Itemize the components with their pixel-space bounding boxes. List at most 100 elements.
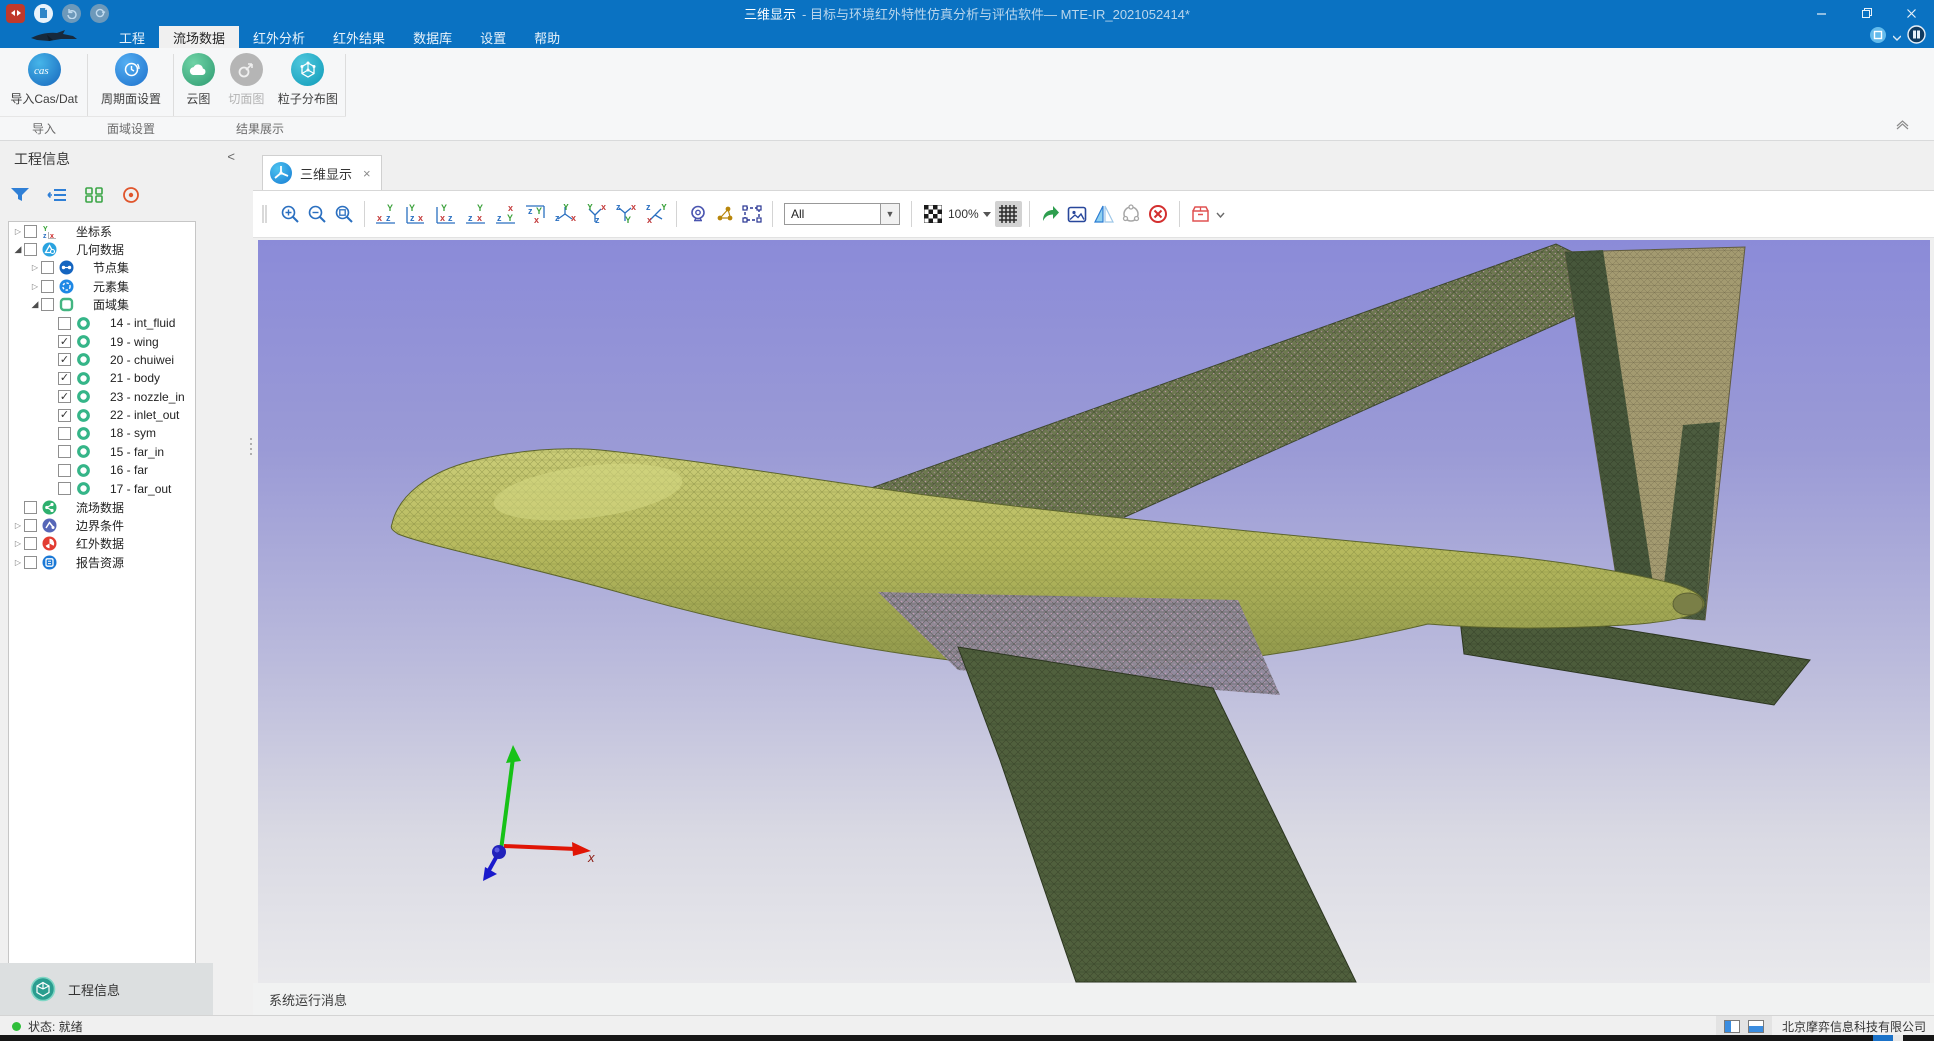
zoom-fit-icon[interactable] [330, 201, 357, 227]
marquee-select-icon[interactable] [738, 201, 765, 227]
share-arrow-icon[interactable] [1037, 201, 1064, 227]
tree-checkbox[interactable]: ✓ [58, 390, 71, 403]
tree-checkbox[interactable]: ✓ [58, 335, 71, 348]
tree-checkbox[interactable] [24, 225, 37, 238]
tree-row[interactable]: ▷节点集 [9, 259, 195, 277]
tree-row[interactable]: ✓19 - wing [9, 332, 195, 350]
view-back-icon[interactable]: xzY [492, 201, 519, 227]
slice-map-button[interactable]: 切面图 [225, 53, 268, 107]
menu-item-红外分析[interactable]: 红外分析 [239, 26, 319, 48]
menu-item-流场数据[interactable]: 流场数据 [159, 26, 239, 48]
tree-row[interactable]: 18 - sym [9, 424, 195, 442]
grid-icon[interactable] [82, 183, 106, 207]
tree-checkbox[interactable]: ✓ [58, 409, 71, 422]
tree-row[interactable]: 17 - far_out [9, 479, 195, 497]
tree-checkbox[interactable] [24, 519, 37, 532]
iso-view-3-icon[interactable]: zYx [612, 201, 639, 227]
tree-row[interactable]: 14 - int_fluid [9, 314, 195, 332]
toolbar-drag-handle[interactable] [261, 203, 268, 225]
app-icon[interactable] [6, 4, 25, 23]
tree-checkbox[interactable]: ✓ [58, 353, 71, 366]
tree-expander-icon[interactable]: ▷ [12, 558, 24, 567]
snapshot-icon[interactable] [1064, 201, 1091, 227]
tree-row[interactable]: ✓21 - body [9, 369, 195, 387]
layout-left-icon[interactable] [1724, 1020, 1740, 1033]
tree-checkbox[interactable] [41, 261, 54, 274]
tree-row[interactable]: 16 - far [9, 461, 195, 479]
tree-expander-icon[interactable]: ▷ [12, 539, 24, 548]
zoom-level-control[interactable]: 100% [948, 207, 991, 221]
tab-3d-view[interactable]: 三维显示 × [262, 155, 382, 190]
iso-view-4-icon[interactable]: zYx [642, 201, 669, 227]
tree-checkbox[interactable] [58, 427, 71, 440]
zoom-out-icon[interactable] [303, 201, 330, 227]
tree-checkbox[interactable] [24, 501, 37, 514]
tree-checkbox[interactable] [58, 464, 71, 477]
tree-expander-icon[interactable]: ▷ [12, 227, 24, 236]
camera-icon[interactable] [684, 201, 711, 227]
cancel-red-icon[interactable] [1145, 201, 1172, 227]
iso-view-2-icon[interactable]: Yxz [582, 201, 609, 227]
tree-expander-icon[interactable]: ◢ [29, 299, 41, 310]
3d-viewport[interactable]: x [258, 240, 1930, 983]
undo-icon[interactable] [62, 4, 81, 23]
help-book-icon[interactable] [1907, 25, 1926, 49]
tree-row[interactable]: ▷边界条件 [9, 516, 195, 534]
close-button[interactable] [1889, 0, 1934, 26]
tree-checkbox[interactable] [58, 317, 71, 330]
tree-checkbox[interactable] [24, 556, 37, 569]
theme-icon[interactable] [1869, 26, 1887, 49]
menu-item-工程[interactable]: 工程 [105, 26, 159, 48]
display-filter-combo[interactable]: All ▼ [784, 203, 900, 225]
iso-view-1-icon[interactable]: zYx [552, 201, 579, 227]
tree-row[interactable]: ▷红外数据 [9, 535, 195, 553]
mirror-icon[interactable] [1091, 201, 1118, 227]
dropdown-caret-icon[interactable] [1893, 28, 1901, 46]
view-bottom-icon[interactable]: Yxz [372, 201, 399, 227]
maximize-button[interactable] [1844, 0, 1889, 26]
menu-item-设置[interactable]: 设置 [466, 26, 520, 48]
ribbon-collapse-icon[interactable] [1895, 118, 1910, 136]
layout-bottom-icon[interactable] [1748, 1020, 1764, 1033]
tree-row[interactable]: ✓22 - inlet_out [9, 406, 195, 424]
scatter-nodes-icon[interactable] [711, 201, 738, 227]
target-icon[interactable] [119, 183, 143, 207]
zoom-in-icon[interactable] [276, 201, 303, 227]
view-top-icon[interactable]: zYx [522, 201, 549, 227]
tree-checkbox[interactable] [41, 280, 54, 293]
menu-item-帮助[interactable]: 帮助 [520, 26, 574, 48]
view-right-icon[interactable]: Yzx [462, 201, 489, 227]
tree-checkbox[interactable] [58, 445, 71, 458]
grid-toggle-icon[interactable] [995, 201, 1022, 227]
list-icon[interactable] [45, 183, 69, 207]
import-casdat-button[interactable]: cas 导入Cas/Dat [0, 53, 88, 107]
tree-expander-icon[interactable]: ▷ [12, 521, 24, 530]
view-front-icon[interactable]: Yzx [402, 201, 429, 227]
new-document-icon[interactable] [34, 4, 53, 23]
cloud-map-button[interactable]: 云图 [174, 53, 223, 107]
tree-row[interactable]: ◢几何数据 [9, 240, 195, 258]
filter-icon[interactable] [8, 183, 32, 207]
tree-row[interactable]: ▷报告资源 [9, 553, 195, 571]
tree-row[interactable]: ▷元素集 [9, 277, 195, 295]
tree-row[interactable]: ▷Yzx坐标系 [9, 222, 195, 240]
view-left-icon[interactable]: Yxz [432, 201, 459, 227]
tree-row[interactable]: 流场数据 [9, 498, 195, 516]
panel-footer-tab[interactable]: 工程信息 [0, 963, 213, 1015]
tree-row[interactable]: 15 - far_in [9, 443, 195, 461]
period-face-button[interactable]: 周期面设置 [88, 53, 174, 107]
checkerboard-icon[interactable] [919, 201, 946, 227]
tree-checkbox[interactable] [24, 243, 37, 256]
orbit-nodes-icon[interactable] [1118, 201, 1145, 227]
menu-item-红外结果[interactable]: 红外结果 [319, 26, 399, 48]
tree-checkbox[interactable]: ✓ [58, 372, 71, 385]
minimize-button[interactable] [1799, 0, 1844, 26]
tree-checkbox[interactable] [41, 298, 54, 311]
tree-row[interactable]: ✓20 - chuiwei [9, 351, 195, 369]
tree-expander-icon[interactable]: ▷ [29, 263, 41, 272]
package-export-icon[interactable] [1187, 201, 1214, 227]
tree-checkbox[interactable] [58, 482, 71, 495]
tree-checkbox[interactable] [24, 537, 37, 550]
particle-map-button[interactable]: 粒子分布图 [270, 53, 346, 107]
tab-close-icon[interactable]: × [363, 166, 371, 181]
